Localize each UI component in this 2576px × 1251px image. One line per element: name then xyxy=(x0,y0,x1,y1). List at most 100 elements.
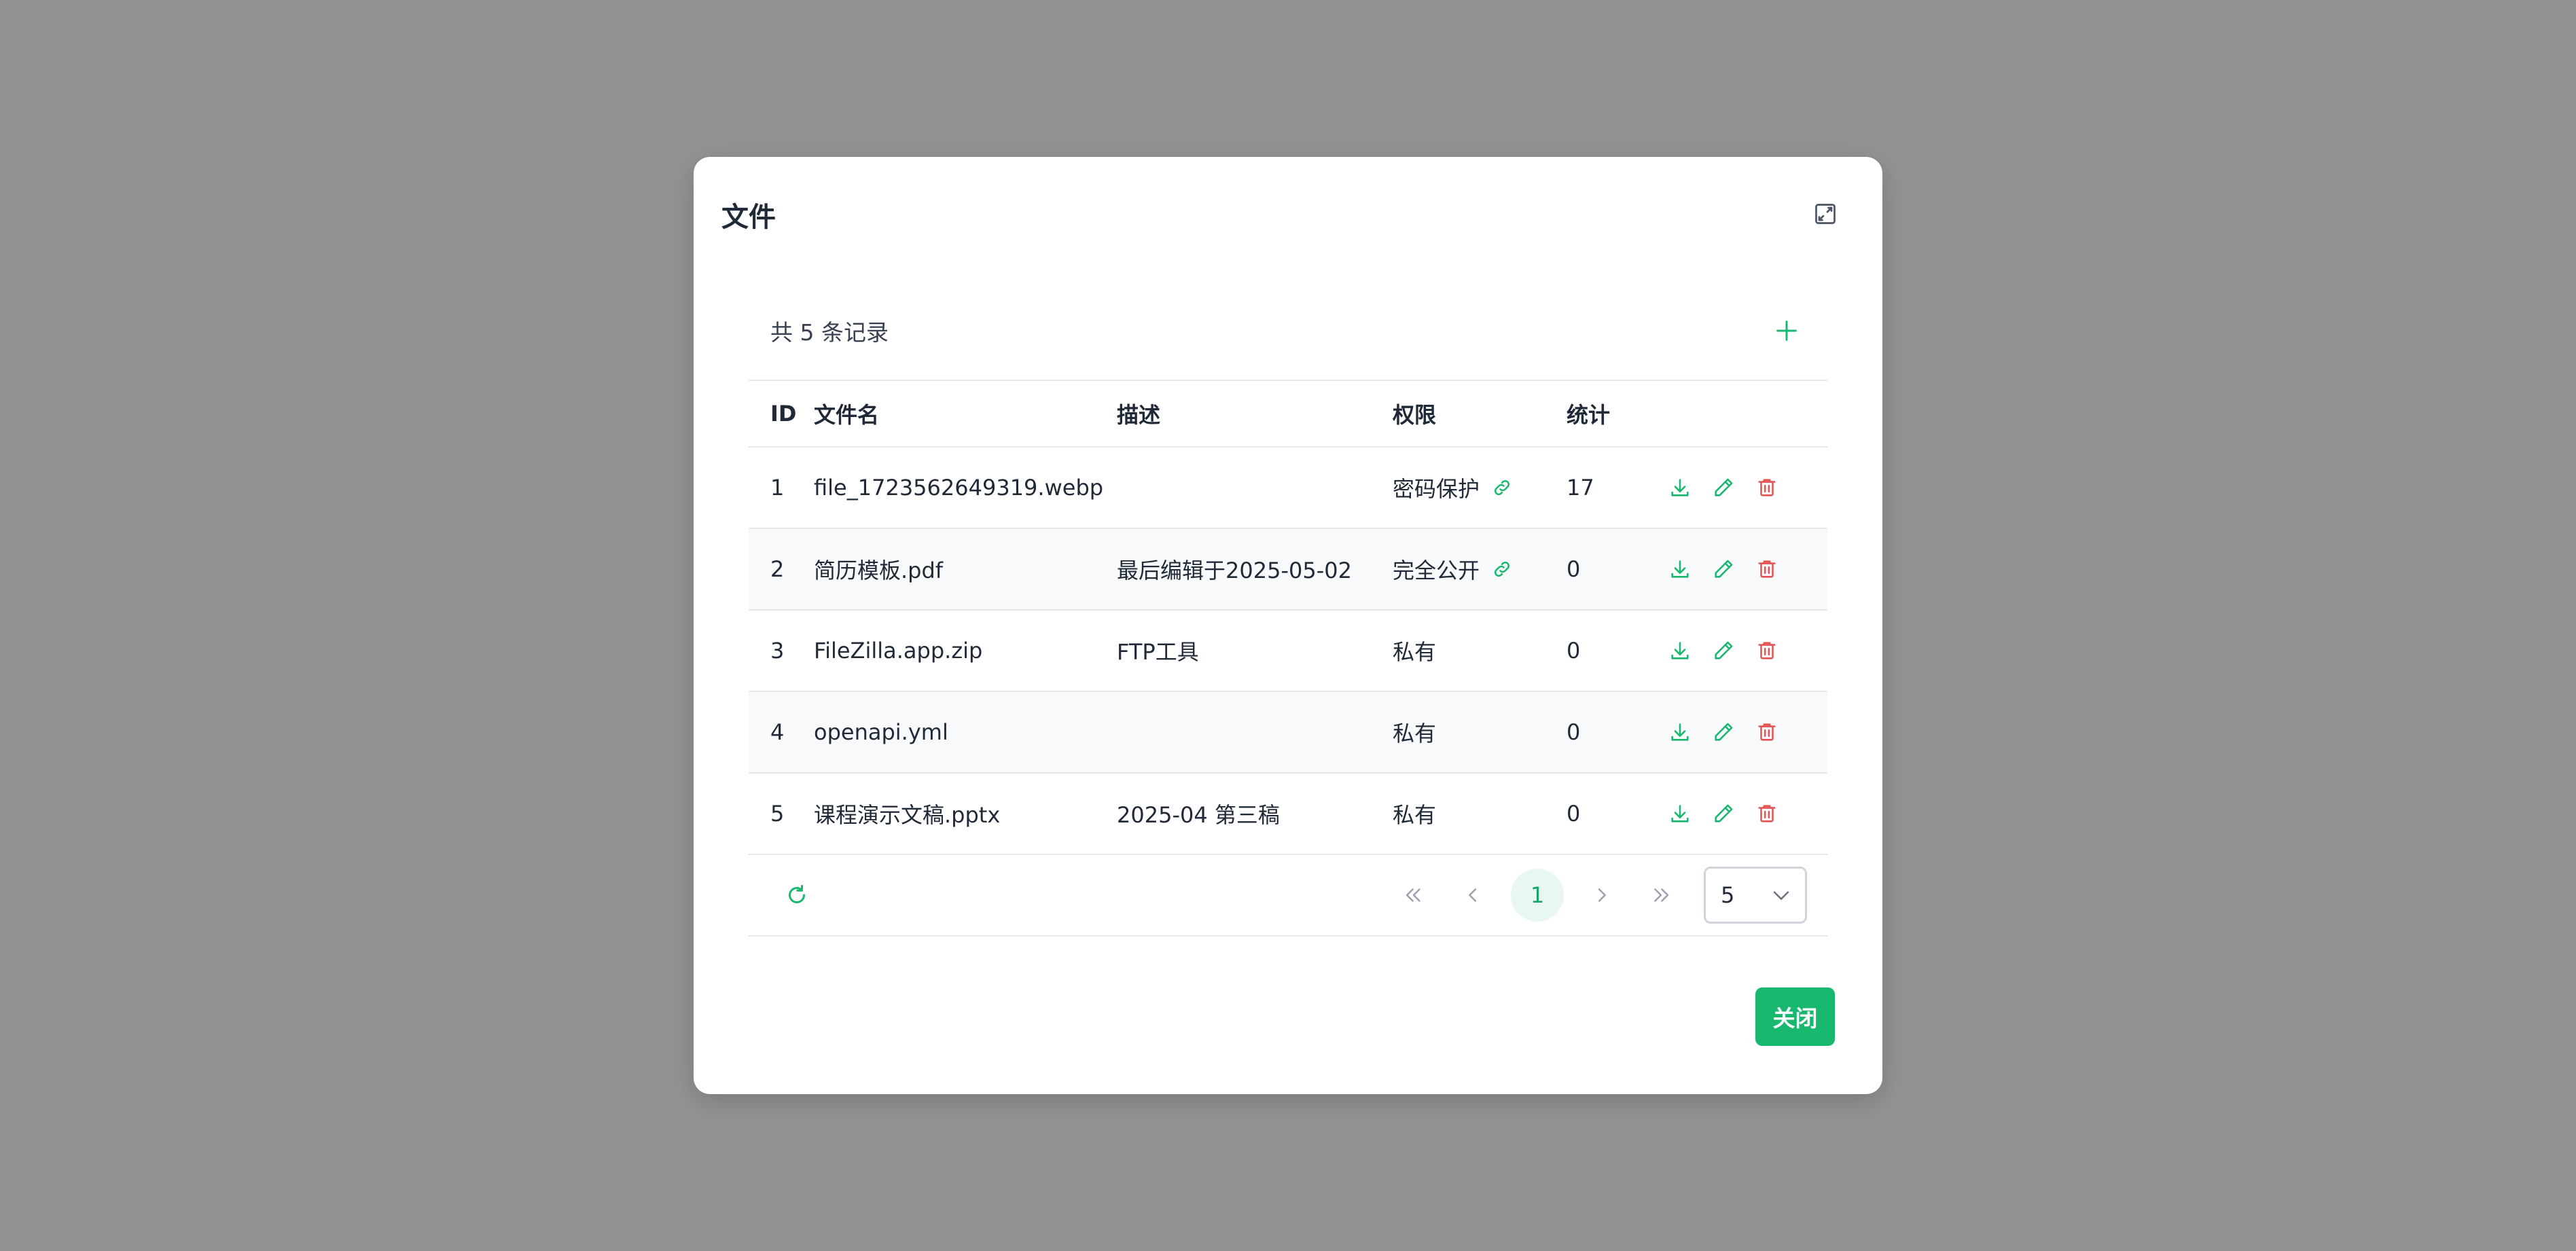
cell-id: 5 xyxy=(770,801,785,827)
double-chevron-right-icon xyxy=(1654,888,1669,902)
page-size-value: 5 xyxy=(1721,882,1735,908)
plus-icon xyxy=(1776,321,1797,341)
edit-button[interactable] xyxy=(1711,719,1736,745)
header-desc: 描述 xyxy=(1117,402,1161,428)
download-button[interactable] xyxy=(1667,475,1693,501)
page-number-1[interactable]: 1 xyxy=(1511,869,1564,922)
chevron-right-icon xyxy=(1598,888,1606,902)
cell-permission: 私有 xyxy=(1393,798,1567,829)
pencil-icon xyxy=(1715,641,1733,659)
header-stat: 统计 xyxy=(1567,402,1611,428)
pencil-icon xyxy=(1715,804,1733,822)
pencil-icon xyxy=(1715,560,1733,578)
permission-label: 私有 xyxy=(1393,721,1437,746)
table-body: 1 file_1723562649319.webp 密码保护 17 2 简历模板.pdf 最… xyxy=(749,448,1827,855)
cell-filename: openapi.yml xyxy=(814,719,948,745)
cell-filename: 课程演示文稿.pptx xyxy=(814,802,1001,828)
delete-button[interactable] xyxy=(1754,719,1780,745)
cell-description: FTP工具 xyxy=(1117,639,1199,665)
prev-page-button[interactable] xyxy=(1447,869,1500,922)
trash-icon xyxy=(1758,805,1776,822)
download-button[interactable] xyxy=(1667,801,1693,827)
pencil-icon xyxy=(1715,478,1733,496)
header-id: ID xyxy=(770,401,797,427)
modal-title: 文件 xyxy=(721,202,776,233)
next-page-button[interactable] xyxy=(1575,869,1628,922)
permission-label: 密码保护 xyxy=(1393,476,1480,502)
delete-button[interactable] xyxy=(1754,638,1780,664)
permission-label: 完全公开 xyxy=(1393,558,1480,583)
expand-icon xyxy=(1815,204,1836,224)
header-name: 文件名 xyxy=(814,402,880,428)
table-row: 4 openapi.yml 私有 0 xyxy=(749,692,1827,774)
cell-stat: 0 xyxy=(1567,638,1581,664)
download-icon xyxy=(1671,642,1689,659)
cell-permission: 私有 xyxy=(1393,717,1567,748)
download-icon xyxy=(1671,479,1689,496)
cell-id: 3 xyxy=(770,638,785,664)
delete-button[interactable] xyxy=(1754,556,1780,582)
row-actions xyxy=(1664,475,1827,501)
cell-permission: 密码保护 xyxy=(1393,472,1567,503)
pencil-icon xyxy=(1715,723,1733,741)
cell-permission: 完全公开 xyxy=(1393,554,1567,585)
edit-button[interactable] xyxy=(1711,801,1736,827)
trash-icon xyxy=(1758,560,1776,578)
add-file-button[interactable] xyxy=(1768,312,1806,350)
close-button[interactable]: 关闭 xyxy=(1755,987,1835,1046)
cell-id: 4 xyxy=(770,719,785,745)
cell-filename: file_1723562649319.webp xyxy=(814,475,1104,501)
table-row: 1 file_1723562649319.webp 密码保护 17 xyxy=(749,448,1827,529)
download-icon xyxy=(1671,723,1689,741)
link-icon xyxy=(1494,561,1510,577)
trash-icon xyxy=(1758,642,1776,659)
row-actions xyxy=(1664,719,1827,745)
cell-id: 2 xyxy=(770,556,785,582)
cell-description: 2025-04 第三稿 xyxy=(1117,802,1280,828)
row-actions xyxy=(1664,801,1827,827)
share-link-button[interactable] xyxy=(1489,475,1515,501)
cell-id: 1 xyxy=(770,475,785,501)
header-perm: 权限 xyxy=(1393,402,1437,428)
edit-button[interactable] xyxy=(1711,638,1736,664)
permission-label: 私有 xyxy=(1393,639,1437,665)
cell-filename: 简历模板.pdf xyxy=(814,558,944,583)
edit-button[interactable] xyxy=(1711,475,1736,501)
table-row: 2 简历模板.pdf 最后编辑于2025-05-02 完全公开 0 xyxy=(749,529,1827,611)
cell-description: 最后编辑于2025-05-02 xyxy=(1117,558,1352,583)
link-icon xyxy=(1494,479,1510,496)
double-chevron-left-icon xyxy=(1406,888,1420,902)
table-row: 3 FileZilla.app.zip FTP工具 私有 0 xyxy=(749,611,1827,692)
download-button[interactable] xyxy=(1667,556,1693,582)
cell-stat: 0 xyxy=(1567,719,1581,745)
refresh-icon xyxy=(789,885,805,903)
record-count: 共 5 条记录 xyxy=(770,319,889,346)
refresh-button[interactable] xyxy=(784,882,810,908)
cell-filename: FileZilla.app.zip xyxy=(814,638,983,664)
row-actions xyxy=(1664,556,1827,582)
cell-stat: 0 xyxy=(1567,556,1581,582)
last-page-button[interactable] xyxy=(1634,869,1687,922)
cell-stat: 17 xyxy=(1567,475,1594,501)
expand-button[interactable] xyxy=(1809,198,1842,230)
share-link-button[interactable] xyxy=(1489,556,1515,582)
table-row: 5 课程演示文稿.pptx 2025-04 第三稿 私有 0 xyxy=(749,774,1827,855)
first-page-button[interactable] xyxy=(1387,869,1440,922)
chevron-left-icon xyxy=(1469,888,1477,902)
pager: 1 5 xyxy=(1387,867,1807,924)
page-size-select[interactable]: 5 xyxy=(1704,867,1807,924)
trash-icon xyxy=(1758,479,1776,496)
download-button[interactable] xyxy=(1667,638,1693,664)
download-button[interactable] xyxy=(1667,719,1693,745)
cell-permission: 私有 xyxy=(1393,635,1567,666)
download-icon xyxy=(1671,560,1689,578)
edit-button[interactable] xyxy=(1711,556,1736,582)
trash-icon xyxy=(1758,723,1776,741)
table-header: ID 文件名 描述 权限 统计 xyxy=(749,381,1827,448)
permission-label: 私有 xyxy=(1393,802,1437,828)
delete-button[interactable] xyxy=(1754,475,1780,501)
pagination-bar: 1 5 xyxy=(749,855,1827,937)
row-actions xyxy=(1664,638,1827,664)
delete-button[interactable] xyxy=(1754,801,1780,827)
file-table: 共 5 条记录 ID 文件名 描述 权限 统计 1 file_1723562649… xyxy=(749,282,1827,937)
